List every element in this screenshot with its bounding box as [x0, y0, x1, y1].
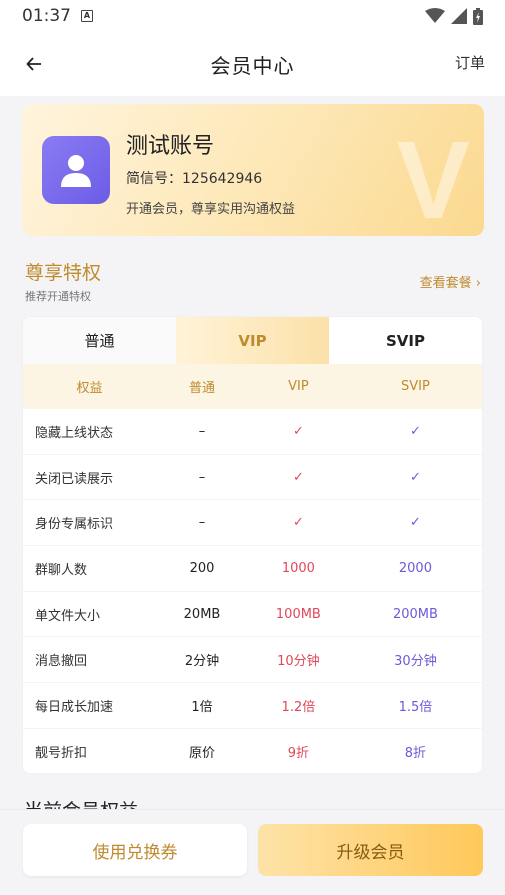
wifi-icon	[425, 8, 445, 23]
use-coupon-button[interactable]: 使用兑换券	[23, 824, 247, 876]
privileges-panel: 普通 VIP SVIP 权益 普通 VIP SVIP 隐藏上线状态 – ✓ ✓ …	[22, 316, 483, 774]
privileges-title: 尊享特权	[25, 262, 102, 284]
vip-value: 10分钟	[277, 654, 320, 670]
vip-value: 100MB	[275, 606, 321, 622]
privileges-subtitle: 推荐开通特权	[25, 290, 91, 303]
table-row: 隐藏上线状态 – ✓ ✓	[23, 409, 482, 455]
back-button[interactable]	[22, 52, 46, 76]
table-row: 靓号折扣 原价 9折 8折	[23, 729, 482, 773]
normal-value: –	[198, 469, 206, 485]
vip-value: ✓	[292, 469, 304, 485]
normal-value: 2分钟	[184, 654, 220, 670]
vip-value: 1.2倍	[281, 699, 316, 715]
tier-tabs: 普通 VIP SVIP	[23, 317, 482, 364]
account-name: 测试账号	[126, 134, 215, 159]
vip-value: ✓	[292, 515, 304, 531]
benefit-name: 每日成长加速	[35, 699, 114, 715]
upgrade-membership-button[interactable]: 升级会员	[258, 824, 483, 876]
user-icon	[61, 155, 91, 187]
status-bar: 01:37 A	[0, 0, 505, 32]
member-card: V 测试账号 简信号：125642946 开通会员，尊享实用沟通权益	[22, 104, 484, 236]
svip-value: 200MB	[392, 606, 438, 622]
battery-icon	[473, 7, 483, 25]
arrow-left-icon	[26, 57, 41, 71]
normal-value: 原价	[189, 745, 216, 761]
svip-value: ✓	[409, 423, 421, 439]
view-plans-link[interactable]: 查看套餐 ›	[420, 272, 481, 291]
vip-value: ✓	[292, 423, 304, 439]
a-notification-icon: A	[81, 10, 93, 22]
table-row: 单文件大小 20MB 100MB 200MB	[23, 592, 482, 638]
app-header: 会员中心 订单	[0, 32, 505, 96]
normal-value: 20MB	[183, 606, 221, 622]
tab-svip[interactable]: SVIP	[329, 317, 482, 364]
table-row: 每日成长加速 1倍 1.2倍 1.5倍	[23, 683, 482, 729]
svip-value: ✓	[409, 469, 421, 485]
vip-value: 9折	[287, 745, 310, 761]
table-row: 关闭已读展示 – ✓ ✓	[23, 455, 482, 501]
svip-value: 2000	[398, 560, 432, 576]
page-title: 会员中心	[210, 53, 295, 78]
header-svip: SVIP	[401, 379, 430, 394]
benefit-name: 消息撤回	[35, 654, 88, 670]
status-time: 01:37	[22, 6, 71, 26]
vip-value: 1000	[281, 560, 315, 576]
header-benefit: 权益	[76, 381, 103, 396]
table-row: 群聊人数 200 1000 2000	[23, 546, 482, 592]
svip-value: 1.5倍	[398, 699, 433, 715]
table-row: 身份专属标识 – ✓ ✓	[23, 500, 482, 547]
svip-value: ✓	[409, 515, 421, 531]
v-watermark: V	[396, 119, 470, 236]
tab-vip[interactable]: VIP	[176, 317, 329, 364]
benefit-name: 关闭已读展示	[35, 471, 114, 487]
tab-normal[interactable]: 普通	[23, 317, 176, 364]
signal-icon	[451, 8, 467, 24]
benefit-name: 单文件大小	[35, 608, 101, 624]
membership-description: 开通会员，尊享实用沟通权益	[126, 202, 296, 217]
main-content: V 测试账号 简信号：125642946 开通会员，尊享实用沟通权益 尊享特权 …	[0, 96, 505, 895]
normal-value: –	[198, 423, 206, 439]
normal-value: 1倍	[191, 699, 213, 715]
benefit-name: 隐藏上线状态	[35, 425, 114, 441]
header-vip: VIP	[288, 379, 309, 394]
account-id: 简信号：125642946	[126, 171, 263, 187]
table-header: 权益 普通 VIP SVIP	[23, 364, 482, 409]
bottom-action-bar: 使用兑换券 升级会员	[0, 809, 505, 895]
svip-value: 30分钟	[394, 654, 437, 670]
table-row: 消息撤回 2分钟 10分钟 30分钟	[23, 637, 482, 684]
normal-value: 200	[189, 560, 215, 576]
orders-link[interactable]: 订单	[455, 52, 485, 73]
normal-value: –	[198, 515, 206, 531]
benefit-name: 群聊人数	[35, 562, 88, 578]
avatar[interactable]	[42, 136, 110, 204]
svip-value: 8折	[404, 745, 427, 761]
benefit-name: 身份专属标识	[35, 517, 114, 533]
benefit-name: 靓号折扣	[35, 745, 88, 761]
header-normal: 普通	[189, 381, 216, 396]
